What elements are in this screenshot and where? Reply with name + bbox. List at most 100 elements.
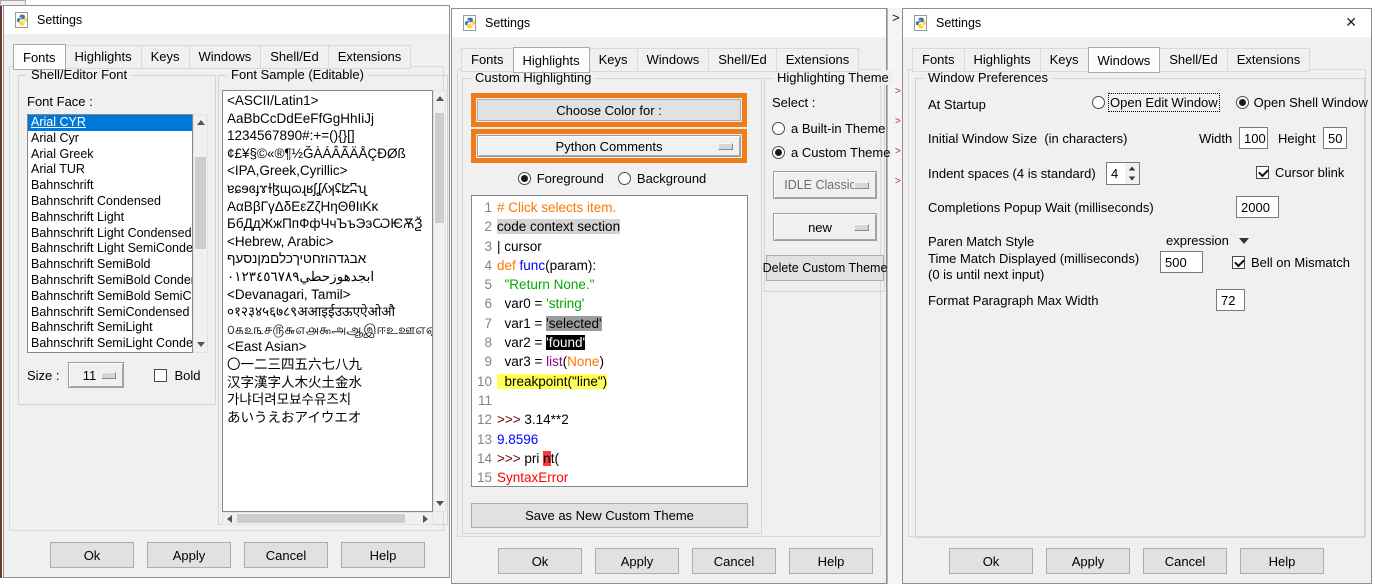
- font-size-dropdown[interactable]: 11: [68, 362, 124, 388]
- cancel-button[interactable]: Cancel: [244, 542, 328, 568]
- tab-highlights[interactable]: Highlights: [65, 45, 142, 69]
- font-list-item[interactable]: Arial CYR: [28, 115, 192, 131]
- ok-button[interactable]: Ok: [949, 548, 1033, 574]
- help-button[interactable]: Help: [1240, 548, 1324, 574]
- sample-horizontal-scrollbar[interactable]: [222, 512, 433, 525]
- highlight-sample-line[interactable]: 4def func(param):: [474, 256, 747, 275]
- code-segment-stdout[interactable]: 9.8596: [497, 432, 538, 447]
- highlight-sample-line[interactable]: 8 var2 = 'found': [474, 333, 747, 352]
- font-list-item[interactable]: Arial Cyr: [28, 131, 192, 147]
- time-match-input[interactable]: 500: [1160, 251, 1203, 273]
- spin-down-icon[interactable]: [1129, 177, 1135, 181]
- scroll-up-icon[interactable]: [197, 120, 205, 125]
- code-segment-normal[interactable]: [497, 277, 505, 292]
- code-segment-hit[interactable]: 'found': [546, 335, 585, 350]
- font-list-scrollbar[interactable]: [193, 114, 208, 353]
- highlight-sample-line[interactable]: 3| cursor: [474, 237, 747, 256]
- code-segment-normal[interactable]: t(: [551, 451, 559, 466]
- code-segment-normal[interactable]: var3 =: [497, 354, 546, 369]
- tab-windows[interactable]: Windows: [1088, 47, 1161, 73]
- tab-fonts[interactable]: Fonts: [461, 48, 514, 72]
- indent-spinbox[interactable]: 4: [1106, 162, 1140, 185]
- title-bar[interactable]: Settings: [452, 9, 886, 37]
- help-button[interactable]: Help: [341, 542, 425, 568]
- scrollbar-thumb[interactable]: [237, 514, 405, 523]
- tab-fonts[interactable]: Fonts: [912, 48, 965, 72]
- highlight-sample[interactable]: 1# Click selects item.2code context sect…: [471, 195, 748, 487]
- bold-checkbox[interactable]: [154, 369, 167, 382]
- highlight-sample-line[interactable]: 14>>> pri nt(: [474, 449, 747, 468]
- code-segment-string[interactable]: 'string': [546, 296, 584, 311]
- open-shell-window-radio[interactable]: [1236, 96, 1249, 109]
- title-bar[interactable]: Settings: [4, 6, 449, 34]
- font-list-item[interactable]: Bahnschrift: [28, 178, 192, 194]
- highlight-target-dropdown[interactable]: Python Comments: [477, 135, 741, 157]
- font-list-item[interactable]: Bahnschrift Light SemiCondensed: [28, 241, 192, 257]
- font-list-item[interactable]: Bahnschrift Light Condensed: [28, 226, 192, 242]
- font-list-item[interactable]: Bahnschrift SemiCondensed: [28, 305, 192, 321]
- code-segment-normal[interactable]: ): [599, 354, 604, 369]
- scroll-up-icon[interactable]: [436, 96, 444, 101]
- cursor-blink-checkbox[interactable]: [1256, 166, 1269, 179]
- builtin-theme-dropdown[interactable]: IDLE Classic: [773, 171, 877, 199]
- open-edit-window-label[interactable]: Open Edit Window: [1110, 95, 1218, 110]
- code-segment-normal[interactable]: | cursor: [497, 239, 542, 254]
- paren-match-style-dropdown[interactable]: expression: [1166, 233, 1249, 248]
- background-radio[interactable]: [618, 172, 631, 185]
- code-segment-console[interactable]: >>>: [497, 412, 521, 427]
- code-segment-normal[interactable]: pri: [521, 451, 544, 466]
- code-segment-normal[interactable]: 3.14**2: [521, 412, 569, 427]
- highlight-sample-line[interactable]: 2code context section: [474, 217, 747, 236]
- font-list-item[interactable]: Bahnschrift Condensed: [28, 194, 192, 210]
- code-segment-normal[interactable]: var2 =: [497, 335, 546, 350]
- font-list-item[interactable]: Bahnschrift SemiLight Condensed: [28, 336, 192, 352]
- font-sample-textarea[interactable]: <ASCII/Latin1>AaBbCcDdEeFfGgHhIiJj123456…: [222, 90, 433, 512]
- cancel-button[interactable]: Cancel: [1143, 548, 1227, 574]
- highlight-sample-line[interactable]: 15SyntaxError: [474, 468, 747, 487]
- highlight-sample-line[interactable]: 9 var3 = list(None): [474, 352, 747, 371]
- tab-keys[interactable]: Keys: [141, 45, 190, 69]
- spin-up-icon[interactable]: [1129, 167, 1135, 171]
- code-segment-keyword[interactable]: def: [497, 258, 516, 273]
- open-edit-window-radio[interactable]: [1092, 96, 1105, 109]
- delete-custom-theme-button[interactable]: Delete Custom Theme: [766, 255, 884, 281]
- code-segment-builtin[interactable]: list: [546, 354, 563, 369]
- highlight-sample-line[interactable]: 139.8596: [474, 430, 747, 449]
- font-list-item[interactable]: Bahnschrift SemiLight: [28, 320, 192, 336]
- height-input[interactable]: 50: [1323, 127, 1347, 149]
- save-custom-theme-button[interactable]: Save as New Custom Theme: [471, 503, 748, 528]
- builtin-theme-radio[interactable]: [772, 122, 785, 135]
- highlight-sample-line[interactable]: 10 breakpoint("line"): [474, 372, 747, 391]
- format-max-width-input[interactable]: 72: [1216, 289, 1245, 311]
- title-bar[interactable]: Settings ✕: [903, 9, 1371, 37]
- code-segment-normal[interactable]: var1 =: [497, 316, 546, 331]
- tab-fonts[interactable]: Fonts: [13, 44, 66, 70]
- tab-extensions[interactable]: Extensions: [776, 48, 860, 72]
- tab-keys[interactable]: Keys: [1040, 48, 1089, 72]
- code-segment-context[interactable]: code context section: [497, 219, 620, 234]
- apply-button[interactable]: Apply: [147, 542, 231, 568]
- custom-theme-radio[interactable]: [772, 146, 785, 159]
- code-segment-comment[interactable]: # Click selects item.: [497, 200, 616, 215]
- ok-button[interactable]: Ok: [498, 548, 582, 574]
- ok-button[interactable]: Ok: [50, 542, 134, 568]
- apply-button[interactable]: Apply: [1046, 548, 1130, 574]
- code-segment-definition[interactable]: func: [520, 258, 546, 273]
- choose-color-button[interactable]: Choose Color for :: [477, 99, 741, 121]
- tab-keys[interactable]: Keys: [589, 48, 638, 72]
- font-face-list[interactable]: Arial CYRArial CyrArial GreekArial TURBa…: [27, 114, 193, 353]
- custom-theme-dropdown[interactable]: new: [773, 213, 877, 241]
- font-list-item[interactable]: Bahnschrift Light: [28, 210, 192, 226]
- font-list-item[interactable]: Bahnschrift SemiBold Condensed: [28, 273, 192, 289]
- sample-vertical-scrollbar[interactable]: [433, 90, 446, 512]
- bell-on-mismatch-checkbox[interactable]: [1232, 256, 1245, 269]
- close-icon[interactable]: ✕: [1345, 14, 1357, 31]
- code-segment-console[interactable]: >>>: [497, 451, 521, 466]
- code-segment-normal[interactable]: (param):: [545, 258, 596, 273]
- tab-extensions[interactable]: Extensions: [1227, 48, 1311, 72]
- tab-shell-ed[interactable]: Shell/Ed: [1159, 48, 1227, 72]
- code-segment-error[interactable]: n: [543, 451, 551, 466]
- scroll-down-icon[interactable]: [197, 342, 205, 347]
- highlight-sample-line[interactable]: 12>>> 3.14**2: [474, 410, 747, 429]
- tab-windows[interactable]: Windows: [189, 45, 262, 69]
